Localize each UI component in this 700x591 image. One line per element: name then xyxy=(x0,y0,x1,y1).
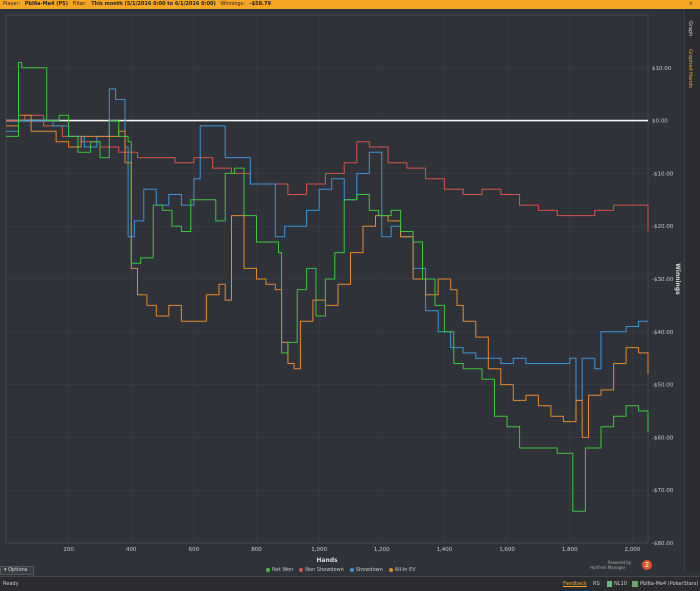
stake-icon xyxy=(607,581,612,587)
tab-graphed-hands[interactable]: Graphed Hands xyxy=(687,49,693,88)
x-axis-ticks: 200 400 600 800 1,000 1,200 1,400 1,600 1,800 2,0… xyxy=(63,547,640,553)
legend-item[interactable]: Showdown xyxy=(349,567,383,573)
legend-item[interactable]: All-In EV xyxy=(388,567,416,573)
x-tick-label: 1,400 xyxy=(437,547,453,553)
x-tick-label: 1,800 xyxy=(562,547,578,553)
player-value[interactable]: Pbl6a-Me4 (PS) xyxy=(25,1,68,7)
x-tick-label: 800 xyxy=(251,547,262,553)
legend-swatch xyxy=(299,567,304,572)
x-tick-label: 1,000 xyxy=(311,547,327,553)
tab-graph[interactable]: Graph xyxy=(687,21,693,36)
player-label: Player: xyxy=(3,1,21,7)
y-tick-label: $10.00 xyxy=(652,66,672,72)
title-bar: Player: Pbl6a-Me4 (PS) Filter: This mont… xyxy=(0,0,700,9)
side-tab-bar: Graph Graphed Hands xyxy=(684,9,700,572)
player-icon xyxy=(632,581,638,587)
filter-label: Filter: xyxy=(72,1,87,7)
chart-svg: 200 400 600 800 1,000 1,200 1,400 1,600 1,800 2,0… xyxy=(5,14,681,564)
legend-swatch xyxy=(266,567,270,572)
x-tick-label: 600 xyxy=(189,547,200,553)
stake-label[interactable]: NL10 xyxy=(614,581,627,587)
legend-swatch xyxy=(388,567,393,572)
flag-label: RS xyxy=(593,581,600,587)
y-tick-label: -$20.00 xyxy=(652,224,674,230)
x-tick-label: 400 xyxy=(126,547,137,553)
x-tick-label: 1,200 xyxy=(374,547,390,553)
winnings-label: Winnings: xyxy=(220,1,246,7)
y-tick-label: -$50.00 xyxy=(652,383,674,389)
legend-label: Non Showdown xyxy=(305,567,344,573)
filter-value[interactable]: This month (5/1/2016 0:00 to 6/1/2016 0:… xyxy=(91,1,216,7)
winnings-chart: 200 400 600 800 1,000 1,200 1,400 1,600 1,800 2,0… xyxy=(0,9,684,573)
hem-logo-icon: 2 xyxy=(642,560,652,570)
options-label: Options xyxy=(8,567,28,573)
y-axis-label: Winnings xyxy=(674,263,681,295)
x-axis-label: Hands xyxy=(316,557,338,564)
legend-item[interactable]: Non Showdown xyxy=(299,567,344,573)
winnings-value: -$58.79 xyxy=(249,1,271,7)
legend-label: All-In EV xyxy=(394,567,416,573)
y-tick-label: -$40.00 xyxy=(652,330,674,336)
chevron-down-icon: ▾ xyxy=(4,567,7,573)
legend-label: Showdown xyxy=(355,567,383,573)
status-text: Ready xyxy=(3,581,19,587)
status-bar: Ready Feedback RS NL10 Pbl6a-Me4 (PokerS… xyxy=(0,576,700,591)
x-tick-label: 200 xyxy=(63,547,74,553)
legend-item[interactable]: Net Won xyxy=(266,567,293,573)
options-button[interactable]: ▾ Options xyxy=(0,566,34,575)
x-tick-label: 2,000 xyxy=(624,547,640,553)
powered-by: Powered by Hold'em Manager 2 xyxy=(590,560,652,570)
player-site-label[interactable]: Pbl6a-Me4 (PokerStars) xyxy=(640,581,698,587)
close-icon[interactable]: × xyxy=(689,0,693,9)
x-tick-label: 1,600 xyxy=(499,547,515,553)
feedback-link[interactable]: Feedback xyxy=(563,581,587,587)
brand-name: Hold'em Manager xyxy=(590,565,626,570)
y-tick-label: -$60.00 xyxy=(652,435,674,441)
legend-label: Net Won xyxy=(272,567,294,573)
y-tick-label: -$70.00 xyxy=(652,488,674,494)
y-tick-label: -$30.00 xyxy=(652,277,674,283)
y-tick-label: -$80.00 xyxy=(652,541,674,547)
legend-swatch xyxy=(349,567,354,572)
y-tick-label: -$10.00 xyxy=(652,171,674,177)
y-axis-ticks: $10.00 $0.00 -$10.00 -$20.00 -$30.00 -$40.00 -… xyxy=(652,66,674,547)
y-tick-label: $0.00 xyxy=(652,119,668,125)
chart-legend: Net Won Non Showdown Showdown All-In EV xyxy=(266,567,422,573)
